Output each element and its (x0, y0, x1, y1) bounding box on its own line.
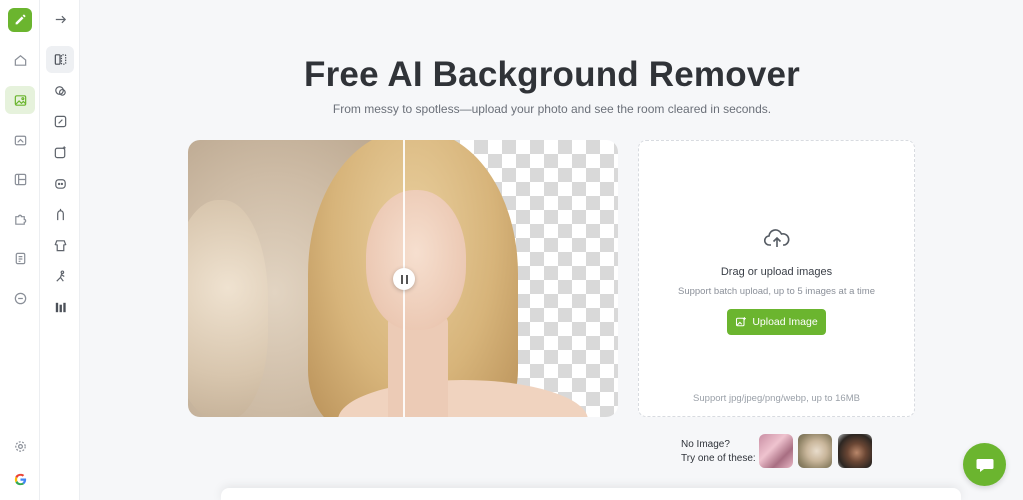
edit-image-icon[interactable] (46, 108, 74, 135)
shirt-icon[interactable] (46, 232, 74, 259)
sample-prompt: No Image? Try one of these: (681, 438, 756, 466)
upload-image-button[interactable]: Upload Image (727, 309, 826, 335)
upload-title: Drag or upload images (720, 266, 833, 278)
before-after-preview[interactable] (188, 140, 618, 417)
image-edit-icon[interactable] (5, 126, 35, 154)
face-icon[interactable] (46, 170, 74, 197)
supported-formats: Support jpg/jpeg/png/webp, up to 16MB (693, 393, 860, 404)
left-rail (0, 0, 40, 500)
sample-prompt-line1: No Image? (681, 439, 730, 450)
upload-dropzone[interactable]: Drag or upload images Support batch uplo… (638, 140, 915, 417)
chat-icon[interactable] (5, 284, 35, 312)
tool-column (40, 0, 80, 500)
compare-icon[interactable] (46, 46, 74, 73)
sample-prompt-line2: Try one of these: (681, 453, 756, 464)
figure-icon[interactable] (46, 201, 74, 228)
upload-subtitle: Support batch upload, up to 5 images at … (678, 286, 875, 297)
settings-icon[interactable] (5, 432, 35, 460)
layout-icon[interactable] (5, 165, 35, 193)
sample-image-portrait[interactable] (838, 434, 872, 468)
page-subtitle: From messy to spotless—upload your photo… (332, 102, 772, 116)
chat-bubble-icon (976, 458, 993, 472)
puzzle-icon[interactable] (5, 205, 35, 233)
background-sculpture (188, 200, 268, 417)
arrow-right-icon[interactable] (46, 6, 74, 33)
cloud-upload-icon (763, 229, 790, 247)
page-title: Free AI Background Remover (304, 55, 800, 94)
model-face (366, 190, 466, 330)
image-add-icon (736, 317, 747, 327)
pose-icon[interactable] (46, 263, 74, 290)
google-icon[interactable] (5, 465, 35, 493)
image-icon[interactable] (5, 86, 35, 114)
model-neck (388, 315, 448, 417)
home-icon[interactable] (5, 46, 35, 74)
image-sparkle-icon[interactable] (46, 139, 74, 166)
sample-image-cat[interactable] (798, 434, 832, 468)
sample-image-pink-scarf[interactable] (759, 434, 793, 468)
chat-support-button[interactable] (963, 443, 1006, 486)
main-content: Free AI Background Remover From messy to… (81, 0, 1023, 500)
bottom-panel-edge (221, 488, 961, 500)
bars-icon[interactable] (46, 294, 74, 321)
compare-slider-handle[interactable] (393, 268, 415, 290)
pencil-logo-icon[interactable] (8, 8, 32, 32)
magic-eraser-icon[interactable] (46, 77, 74, 104)
document-icon[interactable] (5, 244, 35, 272)
upload-button-label: Upload Image (752, 316, 818, 328)
